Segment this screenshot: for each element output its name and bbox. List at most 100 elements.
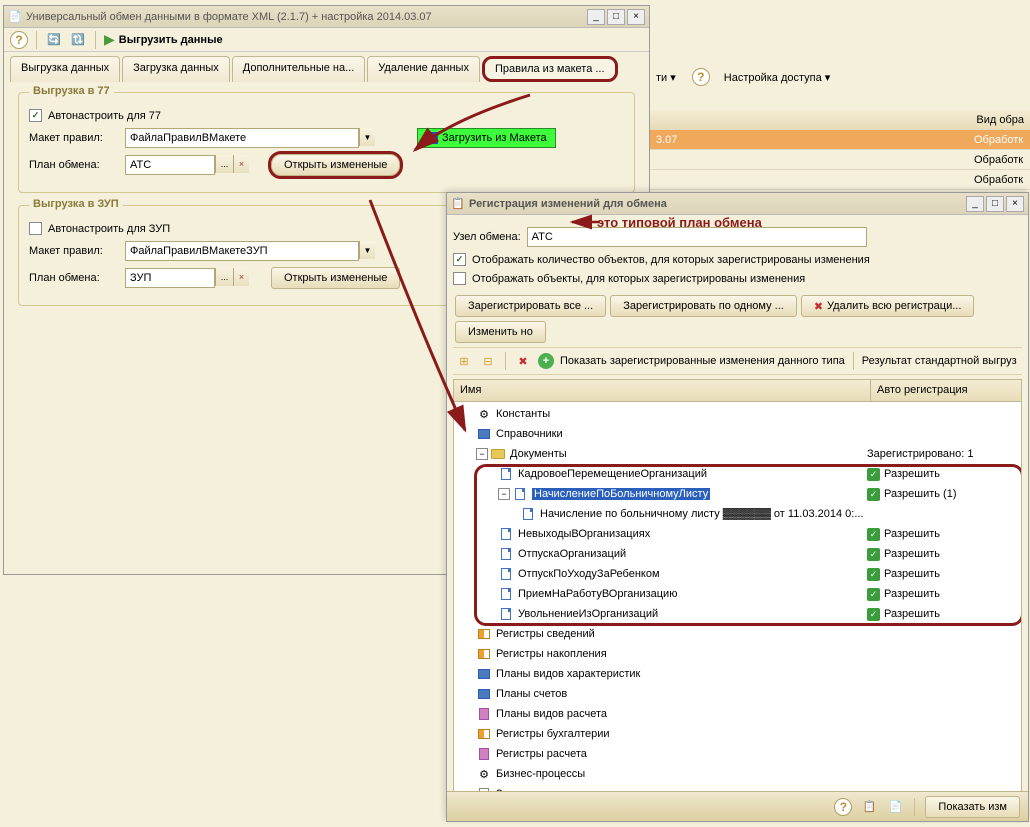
tree-row[interactable]: Регистры накопления (454, 644, 1021, 664)
footer-icon1[interactable]: 📋 (860, 798, 878, 816)
tree-row[interactable]: ОтпускПоУходуЗаРебенком✓Разрешить (454, 564, 1021, 584)
autotune-zup-label: Автонастроить для ЗУП (48, 223, 170, 235)
tree-row[interactable]: ОтпускаОрганизаций✓Разрешить (454, 544, 1021, 564)
tree-row[interactable]: Регистры бухгалтерии (454, 724, 1021, 744)
register-all-button[interactable]: Зарегистрировать все ... (455, 295, 606, 317)
maximize-button[interactable]: □ (607, 9, 625, 25)
open-changed-zup-button[interactable]: Открыть измененые (271, 267, 400, 289)
standard-export-result-link[interactable]: Результат стандартной выгруз (862, 355, 1017, 367)
maket-77-combo[interactable]: ФайлаПравилВМакете (125, 128, 359, 148)
clear-button[interactable]: × (233, 268, 249, 286)
tree-row[interactable]: Регистры сведений (454, 624, 1021, 644)
refresh2-icon[interactable]: 🔃 (69, 31, 87, 49)
tree-row[interactable]: Регистры расчета (454, 744, 1021, 764)
tree-row[interactable]: Планы счетов (454, 684, 1021, 704)
tree-row[interactable]: −НачислениеПоБольничномуЛисту✓Разрешить … (454, 484, 1021, 504)
clear-button[interactable]: × (233, 155, 249, 173)
register-one-button[interactable]: Зарегистрировать по одному ... (610, 295, 797, 317)
tree-row[interactable]: НевыходыВОрганизациях✓Разрешить (454, 524, 1021, 544)
tab-export[interactable]: Выгрузка данных (10, 56, 120, 82)
select-button[interactable]: ... (215, 268, 233, 286)
export-data-button[interactable]: ▶ Выгрузить данные (104, 31, 223, 48)
allow-check-icon: ✓ (867, 528, 880, 541)
tree-label: УвольнениеИзОрганизаций (518, 608, 867, 620)
collapse-icon[interactable]: − (498, 488, 510, 500)
bg-header-col: Вид обра (976, 114, 1024, 126)
change-number-button[interactable]: Изменить но (455, 321, 546, 343)
bg-row[interactable]: Обработк (650, 170, 1030, 190)
tab-import[interactable]: Загрузка данных (122, 56, 230, 82)
col-autoreg[interactable]: Авто регистрация (871, 380, 1021, 401)
open-changed-77-button[interactable]: Открыть измененые (271, 154, 400, 176)
access-menu[interactable]: Настройка доступа ▾ (724, 71, 831, 84)
close-button[interactable]: × (1006, 196, 1024, 212)
minimize-button[interactable]: _ (587, 9, 605, 25)
doc-icon (520, 507, 536, 521)
tree-label: НачислениеПоБольничномуЛисту (532, 488, 867, 500)
bg-row[interactable]: Обработк (650, 150, 1030, 170)
tree-autoreg: ✓Разрешить (867, 568, 1017, 581)
titlebar: 📋 Регистрация изменений для обмена _ □ × (447, 193, 1028, 215)
maket-label: Макет правил: (29, 132, 119, 144)
maket-zup-combo[interactable]: ФайлаПравилВМакетеЗУП (125, 241, 359, 261)
tree-autoreg: Зарегистрировано: 1 (867, 448, 1017, 460)
tree-label: Планы счетов (496, 688, 867, 700)
tree-row[interactable]: Планы видов характеристик (454, 664, 1021, 684)
delete-icon[interactable]: ✖ (514, 352, 532, 370)
tree-row[interactable]: ⚙Константы (454, 404, 1021, 424)
show-objects-checkbox[interactable] (453, 272, 466, 285)
refresh-icon[interactable]: 🔄 (45, 31, 63, 49)
maket-label: Макет правил: (29, 245, 119, 257)
tree-row[interactable]: Планы видов расчета (454, 704, 1021, 724)
plan-77-input[interactable]: АТС (125, 155, 215, 175)
show-objects-label: Отображать объекты, для которых зарегист… (472, 273, 805, 285)
show-count-checkbox[interactable] (453, 253, 466, 266)
help-icon[interactable]: ? (10, 31, 28, 49)
collapse-icon[interactable]: ⊟ (479, 352, 497, 370)
tree-autoreg: ✓Разрешить (867, 528, 1017, 541)
tab-rules-from-template[interactable]: Правила из макета ... (482, 56, 618, 82)
doc-icon (498, 527, 514, 541)
tree-row[interactable]: ⚙Бизнес-процессы (454, 764, 1021, 784)
minimize-button[interactable]: _ (966, 196, 984, 212)
close-button[interactable]: × (627, 9, 645, 25)
tree-row[interactable]: Начисление по больничному листу ▓▓▓▓▓▓ о… (454, 504, 1021, 524)
play-icon: ▶ (104, 31, 115, 48)
doc-icon (498, 587, 514, 601)
plan-label: План обмена: (29, 272, 119, 284)
tree-autoreg: ✓Разрешить (867, 468, 1017, 481)
allow-check-icon: ✓ (867, 488, 880, 501)
autotune-77-checkbox[interactable] (29, 109, 42, 122)
tab-delete[interactable]: Удаление данных (367, 56, 480, 82)
dropdown-icon[interactable]: ▼ (359, 241, 375, 259)
col-name[interactable]: Имя (454, 380, 871, 401)
tab-extra[interactable]: Дополнительные на... (232, 56, 366, 82)
dropdown-icon[interactable]: ▼ (359, 128, 375, 146)
expand-icon[interactable]: ⊞ (455, 352, 473, 370)
help-icon[interactable]: ? (692, 68, 710, 86)
book-icon (476, 667, 492, 681)
delete-registration-button[interactable]: ✖Удалить всю регистраци... (801, 295, 975, 317)
autotune-zup-checkbox[interactable] (29, 222, 42, 235)
maximize-button[interactable]: □ (986, 196, 1004, 212)
tree-row[interactable]: Справочники (454, 424, 1021, 444)
load-from-template-button[interactable]: Загрузить из Макета (417, 128, 556, 148)
tree-row[interactable]: КадровоеПеремещениеОрганизаций✓Разрешить (454, 464, 1021, 484)
plan-zup-input[interactable]: ЗУП (125, 268, 215, 288)
add-icon[interactable]: + (538, 353, 554, 369)
footer-icon2[interactable]: 📄 (886, 798, 904, 816)
tree-row[interactable]: ПриемНаРаботуВОрганизацию✓Разрешить (454, 584, 1021, 604)
help-icon[interactable]: ? (834, 798, 852, 816)
show-registered-link[interactable]: Показать зарегистрированные изменения да… (560, 355, 845, 367)
node-input[interactable]: АТС (527, 227, 867, 247)
select-button[interactable]: ... (215, 155, 233, 173)
doc-icon (498, 567, 514, 581)
tree-row[interactable]: УвольнениеИзОрганизаций✓Разрешить (454, 604, 1021, 624)
show-changes-button[interactable]: Показать изм (925, 796, 1020, 818)
expand-icon[interactable]: − (476, 448, 488, 460)
titlebar: 📄 Универсальный обмен данными в формате … (4, 6, 649, 28)
window-title: Универсальный обмен данными в формате XM… (26, 11, 587, 23)
bg-selected-row[interactable]: 3.07 Обработк (650, 130, 1030, 150)
allow-check-icon: ✓ (867, 548, 880, 561)
tree-row[interactable]: −ДокументыЗарегистрировано: 1 (454, 444, 1021, 464)
